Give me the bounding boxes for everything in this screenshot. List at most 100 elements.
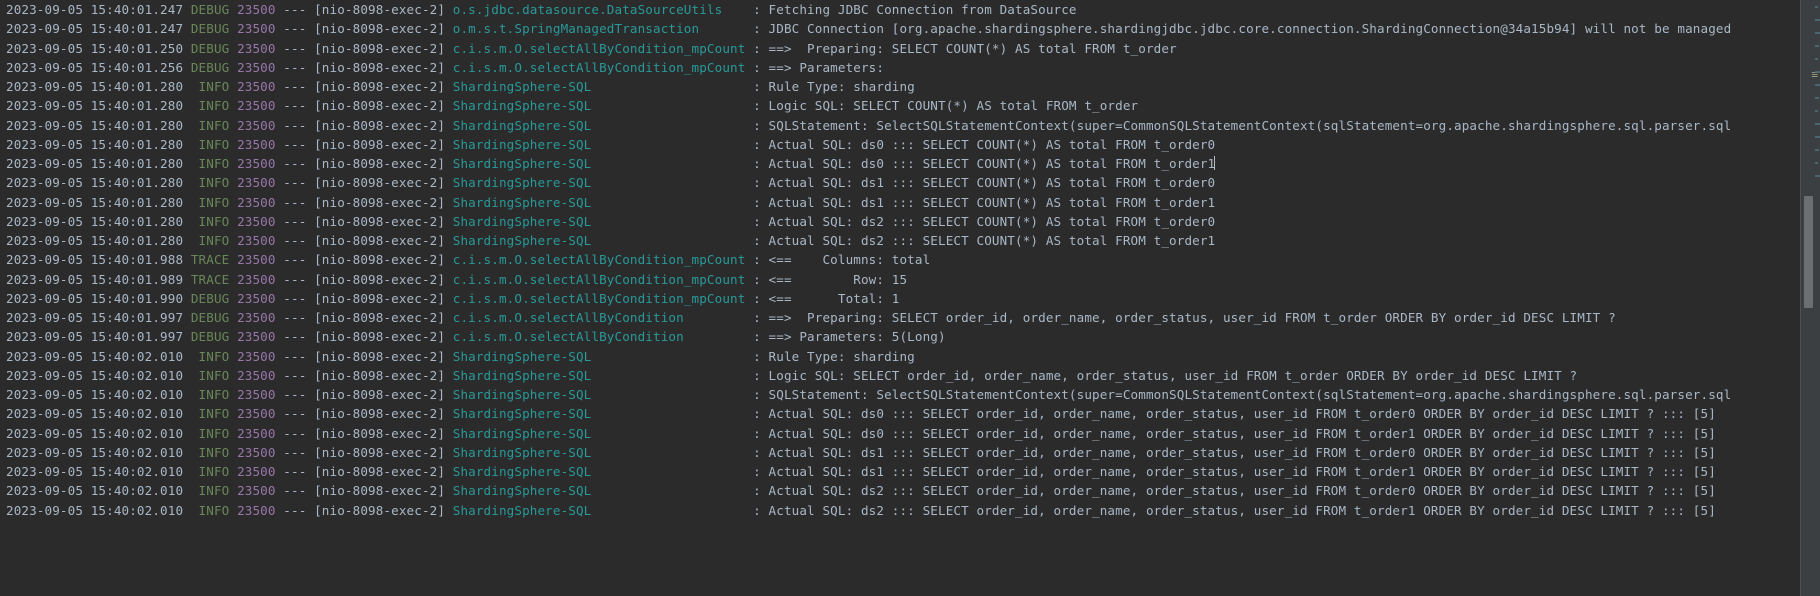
log-timestamp: 2023-09-05 15:40:02.010 xyxy=(6,348,191,364)
log-message: : <== Columns: total xyxy=(745,252,931,268)
log-timestamp: 2023-09-05 15:40:01.997 xyxy=(6,310,191,325)
log-separator: --- xyxy=(275,213,315,229)
minimap-tick xyxy=(1815,32,1820,34)
log-message: : ==> Parameters: xyxy=(745,59,885,75)
log-logger: ShardingSphere-SQL xyxy=(452,156,746,171)
log-pid: 23500 xyxy=(229,271,276,287)
log-pid: 23500 xyxy=(229,425,276,441)
log-line[interactable]: 2023-09-05 15:40:01.280 INFO 23500 --- [… xyxy=(0,77,1800,96)
log-message: : <== Row: 15 xyxy=(745,271,908,287)
log-level: INFO xyxy=(190,233,230,248)
log-line[interactable]: 2023-09-05 15:40:01.247 DEBUG 23500 --- … xyxy=(0,0,1800,19)
log-line[interactable]: 2023-09-05 15:40:01.280 INFO 23500 --- [… xyxy=(0,193,1800,212)
log-separator: --- xyxy=(275,98,315,114)
log-logger: c.i.s.m.O.selectAllByCondition_mpCount xyxy=(452,290,746,306)
log-line[interactable]: 2023-09-05 15:40:01.256 DEBUG 23500 --- … xyxy=(0,58,1800,77)
log-thread: [nio-8098-exec-2] xyxy=(314,233,453,248)
log-line[interactable]: 2023-09-05 15:40:01.247 DEBUG 23500 --- … xyxy=(0,19,1800,38)
log-separator: --- xyxy=(275,348,315,364)
log-logger: ShardingSphere-SQL xyxy=(452,348,746,364)
log-logger: c.i.s.m.O.selectAllByCondition_mpCount xyxy=(452,40,746,56)
log-timestamp: 2023-09-05 15:40:01.250 xyxy=(6,40,191,56)
log-line[interactable]: 2023-09-05 15:40:01.280 INFO 23500 --- [… xyxy=(0,212,1800,231)
log-logger: ShardingSphere-SQL xyxy=(452,136,746,152)
log-line[interactable]: 2023-09-05 15:40:02.010 INFO 23500 --- [… xyxy=(0,501,1800,520)
log-separator: --- xyxy=(275,271,315,287)
log-message: : Logic SQL: SELECT order_id, order_name… xyxy=(745,367,1578,383)
log-timestamp: 2023-09-05 15:40:01.280 xyxy=(6,79,191,94)
log-line[interactable]: 2023-09-05 15:40:01.990 DEBUG 23500 --- … xyxy=(0,289,1800,308)
log-line[interactable]: 2023-09-05 15:40:01.280 INFO 23500 --- [… xyxy=(0,231,1800,250)
log-thread: [nio-8098-exec-2] xyxy=(314,136,453,152)
log-separator: --- xyxy=(275,21,315,37)
log-timestamp: 2023-09-05 15:40:01.247 xyxy=(6,21,191,37)
log-thread: [nio-8098-exec-2] xyxy=(314,2,453,17)
log-separator: --- xyxy=(275,233,315,248)
log-message: : ==> Preparing: SELECT order_id, order_… xyxy=(745,310,1616,325)
log-line[interactable]: 2023-09-05 15:40:01.280 INFO 23500 --- [… xyxy=(0,135,1800,154)
log-message: : Fetching JDBC Connection from DataSour… xyxy=(745,2,1077,17)
log-logger: ShardingSphere-SQL xyxy=(452,502,746,518)
log-line[interactable]: 2023-09-05 15:40:02.010 INFO 23500 --- [… xyxy=(0,366,1800,385)
log-pid: 23500 xyxy=(229,310,276,325)
log-thread: [nio-8098-exec-2] xyxy=(314,252,453,268)
log-pid: 23500 xyxy=(229,213,276,229)
log-line[interactable]: 2023-09-05 15:40:02.010 INFO 23500 --- [… xyxy=(0,424,1800,443)
log-message: : Actual SQL: ds1 ::: SELECT COUNT(*) AS… xyxy=(745,194,1216,210)
log-line[interactable]: 2023-09-05 15:40:01.989 TRACE 23500 --- … xyxy=(0,270,1800,289)
log-line[interactable]: 2023-09-05 15:40:01.988 TRACE 23500 --- … xyxy=(0,250,1800,269)
log-level: INFO xyxy=(190,194,230,210)
log-separator: --- xyxy=(275,290,315,306)
log-level: TRACE xyxy=(190,252,230,268)
log-logger: ShardingSphere-SQL xyxy=(452,233,746,248)
minimap-tick xyxy=(1815,19,1820,21)
log-line[interactable]: 2023-09-05 15:40:01.280 INFO 23500 --- [… xyxy=(0,116,1800,135)
log-timestamp: 2023-09-05 15:40:02.010 xyxy=(6,387,191,402)
log-line[interactable]: 2023-09-05 15:40:01.280 INFO 23500 --- [… xyxy=(0,173,1800,192)
log-line[interactable]: 2023-09-05 15:40:01.997 DEBUG 23500 --- … xyxy=(0,308,1800,327)
log-logger: ShardingSphere-SQL xyxy=(452,425,746,441)
log-line[interactable]: 2023-09-05 15:40:01.997 DEBUG 23500 --- … xyxy=(0,327,1800,346)
console-log-panel: 2023-09-05 15:40:01.247 DEBUG 23500 --- … xyxy=(0,0,1820,596)
log-logger: ShardingSphere-SQL xyxy=(452,175,746,191)
log-thread: [nio-8098-exec-2] xyxy=(314,40,453,56)
log-level: DEBUG xyxy=(190,40,230,56)
log-logger: ShardingSphere-SQL xyxy=(452,98,746,114)
log-pid: 23500 xyxy=(229,233,276,248)
log-timestamp: 2023-09-05 15:40:02.010 xyxy=(6,367,191,383)
log-timestamp: 2023-09-05 15:40:01.280 xyxy=(6,213,191,229)
log-logger: c.i.s.m.O.selectAllByCondition_mpCount xyxy=(452,252,746,268)
log-level: INFO xyxy=(190,348,230,364)
log-logger: ShardingSphere-SQL xyxy=(452,387,746,402)
log-separator: --- xyxy=(275,136,315,152)
scrollbar-thumb[interactable] xyxy=(1804,196,1813,308)
error-stripe-marker[interactable]: ≡ xyxy=(1811,68,1818,81)
log-level: INFO xyxy=(190,367,230,383)
minimap-tick xyxy=(1815,123,1820,125)
log-logger: ShardingSphere-SQL xyxy=(452,367,746,383)
scrollbar-gutter[interactable]: ≡ xyxy=(1800,0,1820,596)
log-separator: --- xyxy=(275,194,315,210)
log-pid: 23500 xyxy=(229,21,276,37)
log-line[interactable]: 2023-09-05 15:40:01.250 DEBUG 23500 --- … xyxy=(0,39,1800,58)
log-message: : Actual SQL: ds2 ::: SELECT order_id, o… xyxy=(745,483,1716,499)
log-separator: --- xyxy=(275,367,315,383)
log-separator: --- xyxy=(275,310,315,325)
log-line[interactable]: 2023-09-05 15:40:01.280 INFO 23500 --- [… xyxy=(0,154,1800,173)
log-thread: [nio-8098-exec-2] xyxy=(314,425,453,441)
log-timestamp: 2023-09-05 15:40:01.280 xyxy=(6,136,191,152)
log-line[interactable]: 2023-09-05 15:40:02.010 INFO 23500 --- [… xyxy=(0,404,1800,423)
log-output-viewport[interactable]: 2023-09-05 15:40:01.247 DEBUG 23500 --- … xyxy=(0,0,1800,596)
log-logger: ShardingSphere-SQL xyxy=(452,444,746,460)
log-line[interactable]: 2023-09-05 15:40:01.280 INFO 23500 --- [… xyxy=(0,96,1800,115)
log-thread: [nio-8098-exec-2] xyxy=(314,117,453,133)
log-line[interactable]: 2023-09-05 15:40:02.010 INFO 23500 --- [… xyxy=(0,481,1800,500)
log-line[interactable]: 2023-09-05 15:40:02.010 INFO 23500 --- [… xyxy=(0,462,1800,481)
log-logger: ShardingSphere-SQL xyxy=(452,213,746,229)
log-line[interactable]: 2023-09-05 15:40:02.010 INFO 23500 --- [… xyxy=(0,443,1800,462)
log-thread: [nio-8098-exec-2] xyxy=(314,59,453,75)
log-line[interactable]: 2023-09-05 15:40:02.010 INFO 23500 --- [… xyxy=(0,347,1800,366)
log-timestamp: 2023-09-05 15:40:01.247 xyxy=(6,2,191,17)
log-timestamp: 2023-09-05 15:40:02.010 xyxy=(6,502,191,518)
log-line[interactable]: 2023-09-05 15:40:02.010 INFO 23500 --- [… xyxy=(0,385,1800,404)
